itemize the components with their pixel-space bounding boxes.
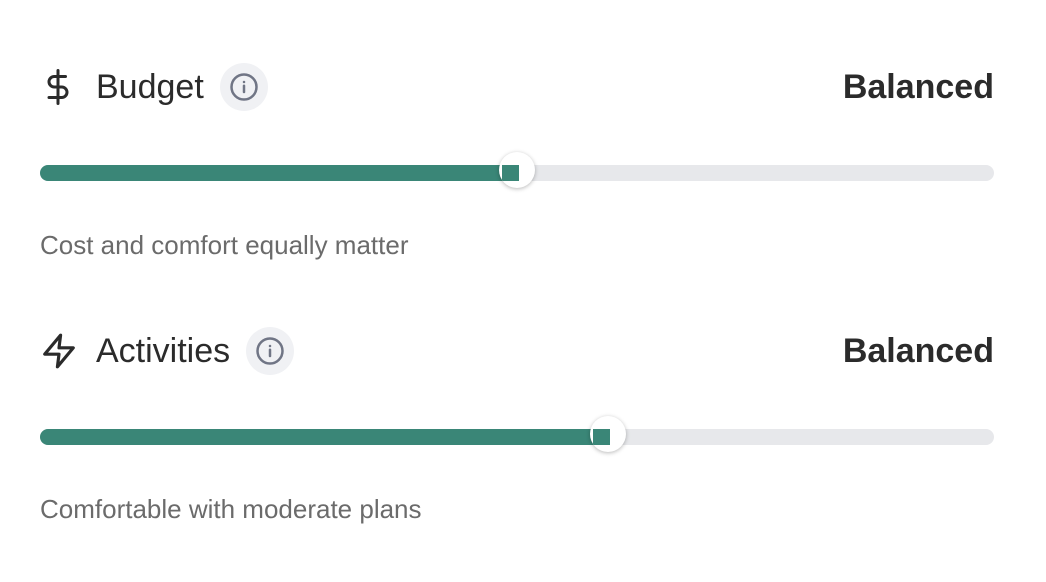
budget-description: Cost and comfort equally matter (40, 230, 409, 260)
activities-slider-thumb[interactable] (589, 416, 626, 452)
budget-slider-fill (40, 165, 517, 181)
activities-slider[interactable] (40, 416, 994, 452)
activities-info-button[interactable] (246, 327, 295, 375)
lightning-bolt-icon (40, 331, 80, 371)
budget-title: Budget (96, 68, 204, 106)
info-icon (256, 337, 284, 365)
activities-preference: Activities Balanced Comfortable with mod… (40, 326, 994, 531)
budget-header: Budget Balanced (40, 62, 994, 112)
budget-info-button[interactable] (219, 63, 268, 111)
budget-slider[interactable] (40, 152, 994, 188)
info-icon (230, 73, 258, 101)
budget-value: Balanced (842, 68, 994, 106)
budget-slider-thumb[interactable] (499, 152, 535, 188)
activities-title: Activities (96, 332, 231, 370)
activities-header: Activities Balanced (40, 326, 994, 376)
activities-value: Balanced (842, 332, 994, 370)
activities-description: Comfortable with moderate plans (40, 494, 422, 524)
dollar-sign-icon (40, 67, 80, 107)
activities-slider-fill (40, 429, 608, 445)
budget-preference: Budget Balanced Cost and comfort equally… (40, 62, 994, 267)
section-heading-partially-visible (40, 0, 49, 14)
